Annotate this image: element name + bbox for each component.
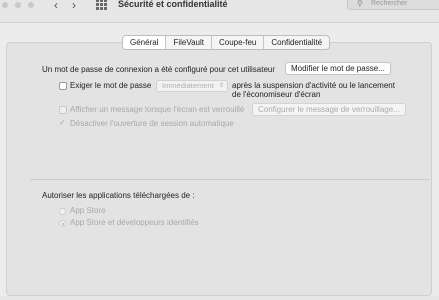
after-sleep-text-line2: de l'économiseur d'écran (232, 90, 321, 99)
show-message-label: Afficher un message lorsque l'écran est … (70, 105, 245, 114)
close-window-button[interactable] (2, 2, 8, 8)
checkmark-icon[interactable]: ✓ (59, 118, 66, 127)
tab-privacy[interactable]: Confidentialité (264, 36, 329, 49)
title-bar: ‹ › Sécurité et confidentialité ⚲ (0, 0, 439, 23)
section-divider (30, 179, 430, 180)
window-title: Sécurité et confidentialité (118, 0, 228, 9)
disable-autologin-label: Désactiver l'ouverture de session automa… (70, 119, 234, 128)
password-delay-popup[interactable]: Immédiatement ⇕ (156, 80, 228, 92)
back-button[interactable]: ‹ (54, 0, 58, 12)
password-info-text: Un mot de passe de connexion a été confi… (42, 65, 276, 74)
radio-app-store-identified[interactable] (59, 220, 66, 227)
configure-lock-message-button[interactable]: Configurer le message de verrouillage... (252, 103, 406, 116)
chevron-right-icon: › (72, 0, 76, 12)
downloads-heading: Autoriser les applications téléchargées … (42, 191, 195, 200)
tab-bar: Général FileVault Coupe-feu Confidential… (122, 35, 331, 50)
radio-app-store-identified-label: App Store et développeurs identifiés (70, 218, 199, 227)
tab-general[interactable]: Général (123, 36, 167, 49)
chevron-left-icon: ‹ (54, 0, 58, 12)
tab-filevault[interactable]: FileVault (166, 36, 212, 49)
window-footer (0, 296, 439, 300)
zoom-window-button[interactable] (28, 2, 34, 8)
grid-icon[interactable] (96, 0, 107, 10)
search-icon: ⚲ (357, 0, 363, 8)
updown-chevron-icon: ⇕ (218, 83, 224, 89)
forward-button[interactable]: › (72, 0, 76, 12)
change-password-button[interactable]: Modifier le mot de passe... (285, 62, 391, 75)
password-delay-value: Immédiatement (162, 81, 214, 90)
radio-app-store-label: App Store (70, 206, 106, 215)
radio-app-store[interactable] (59, 208, 66, 215)
require-password-label: Exiger le mot de passe (70, 81, 152, 90)
after-sleep-text-line1: après la suspension d'activité ou le lan… (232, 81, 395, 90)
tab-firewall[interactable]: Coupe-feu (212, 36, 265, 49)
show-message-checkbox[interactable] (59, 106, 67, 114)
minimize-window-button[interactable] (15, 2, 21, 8)
require-password-checkbox[interactable] (59, 82, 67, 90)
search-input[interactable] (371, 0, 435, 8)
search-field[interactable]: ⚲ (347, 0, 439, 10)
